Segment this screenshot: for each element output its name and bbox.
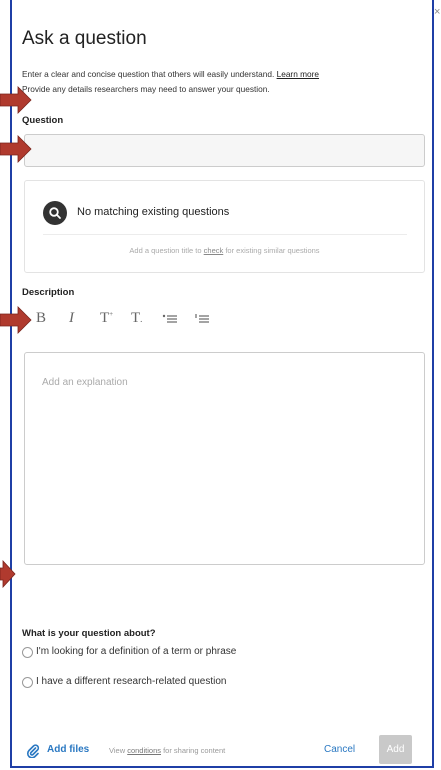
- heading-glyph: T: [100, 310, 110, 326]
- no-matching-text: No matching existing questions: [77, 206, 230, 218]
- bullet-list-icon[interactable]: [162, 313, 178, 330]
- learn-more-link[interactable]: Learn more: [277, 69, 319, 79]
- cancel-button[interactable]: Cancel: [324, 744, 355, 755]
- radio-button[interactable]: [22, 677, 33, 688]
- question-label: Question: [22, 115, 64, 126]
- hint-text-before: Add a question title to: [129, 246, 202, 255]
- annotation-arrow-icon: [0, 306, 32, 334]
- description-editor[interactable]: Add an explanation: [24, 352, 425, 565]
- paperclip-icon[interactable]: [26, 744, 40, 763]
- search-icon: [43, 201, 67, 225]
- sharing-text: for sharing content: [163, 746, 226, 755]
- dialog-title: Ask a question: [22, 28, 147, 49]
- sharing-conditions-text: View conditions for sharing content: [109, 746, 225, 755]
- divider: [43, 234, 407, 235]
- intro-text: Enter a clear and concise question that …: [22, 67, 427, 97]
- add-files-button[interactable]: Add files: [47, 744, 89, 755]
- heading-button[interactable]: T+: [100, 310, 113, 327]
- annotation-arrow-icon: [0, 135, 32, 163]
- close-icon[interactable]: ×: [434, 6, 440, 18]
- option-label: I'm looking for a definition of a term o…: [36, 646, 237, 657]
- bold-button[interactable]: B: [36, 310, 46, 327]
- editor-placeholder: Add an explanation: [42, 377, 128, 388]
- matching-questions-panel: No matching existing questions Add a que…: [24, 180, 425, 273]
- question-input[interactable]: [24, 134, 425, 167]
- description-label: Description: [22, 287, 75, 298]
- radio-button[interactable]: [22, 647, 33, 658]
- question-about-label: What is your question about?: [22, 628, 156, 639]
- matching-hint: Add a question title to check for existi…: [25, 246, 424, 255]
- small-text-glyph: T: [131, 310, 141, 326]
- intro-line-2: Provide any details researchers may need…: [22, 84, 270, 94]
- conditions-link[interactable]: conditions: [127, 746, 161, 755]
- numbered-list-icon[interactable]: [194, 313, 210, 330]
- check-link[interactable]: check: [204, 246, 224, 255]
- small-text-button[interactable]: T.: [131, 310, 142, 327]
- add-button[interactable]: Add: [379, 735, 412, 764]
- intro-line-1: Enter a clear and concise question that …: [22, 69, 275, 79]
- option-label: I have a different research-related ques…: [36, 676, 227, 687]
- hint-text-after: for existing similar questions: [225, 246, 320, 255]
- heading-sup: +: [109, 310, 114, 318]
- view-text: View: [109, 746, 126, 755]
- annotation-arrow-icon: [0, 560, 16, 588]
- italic-button[interactable]: I: [69, 310, 74, 327]
- annotation-arrow-icon: [0, 86, 32, 114]
